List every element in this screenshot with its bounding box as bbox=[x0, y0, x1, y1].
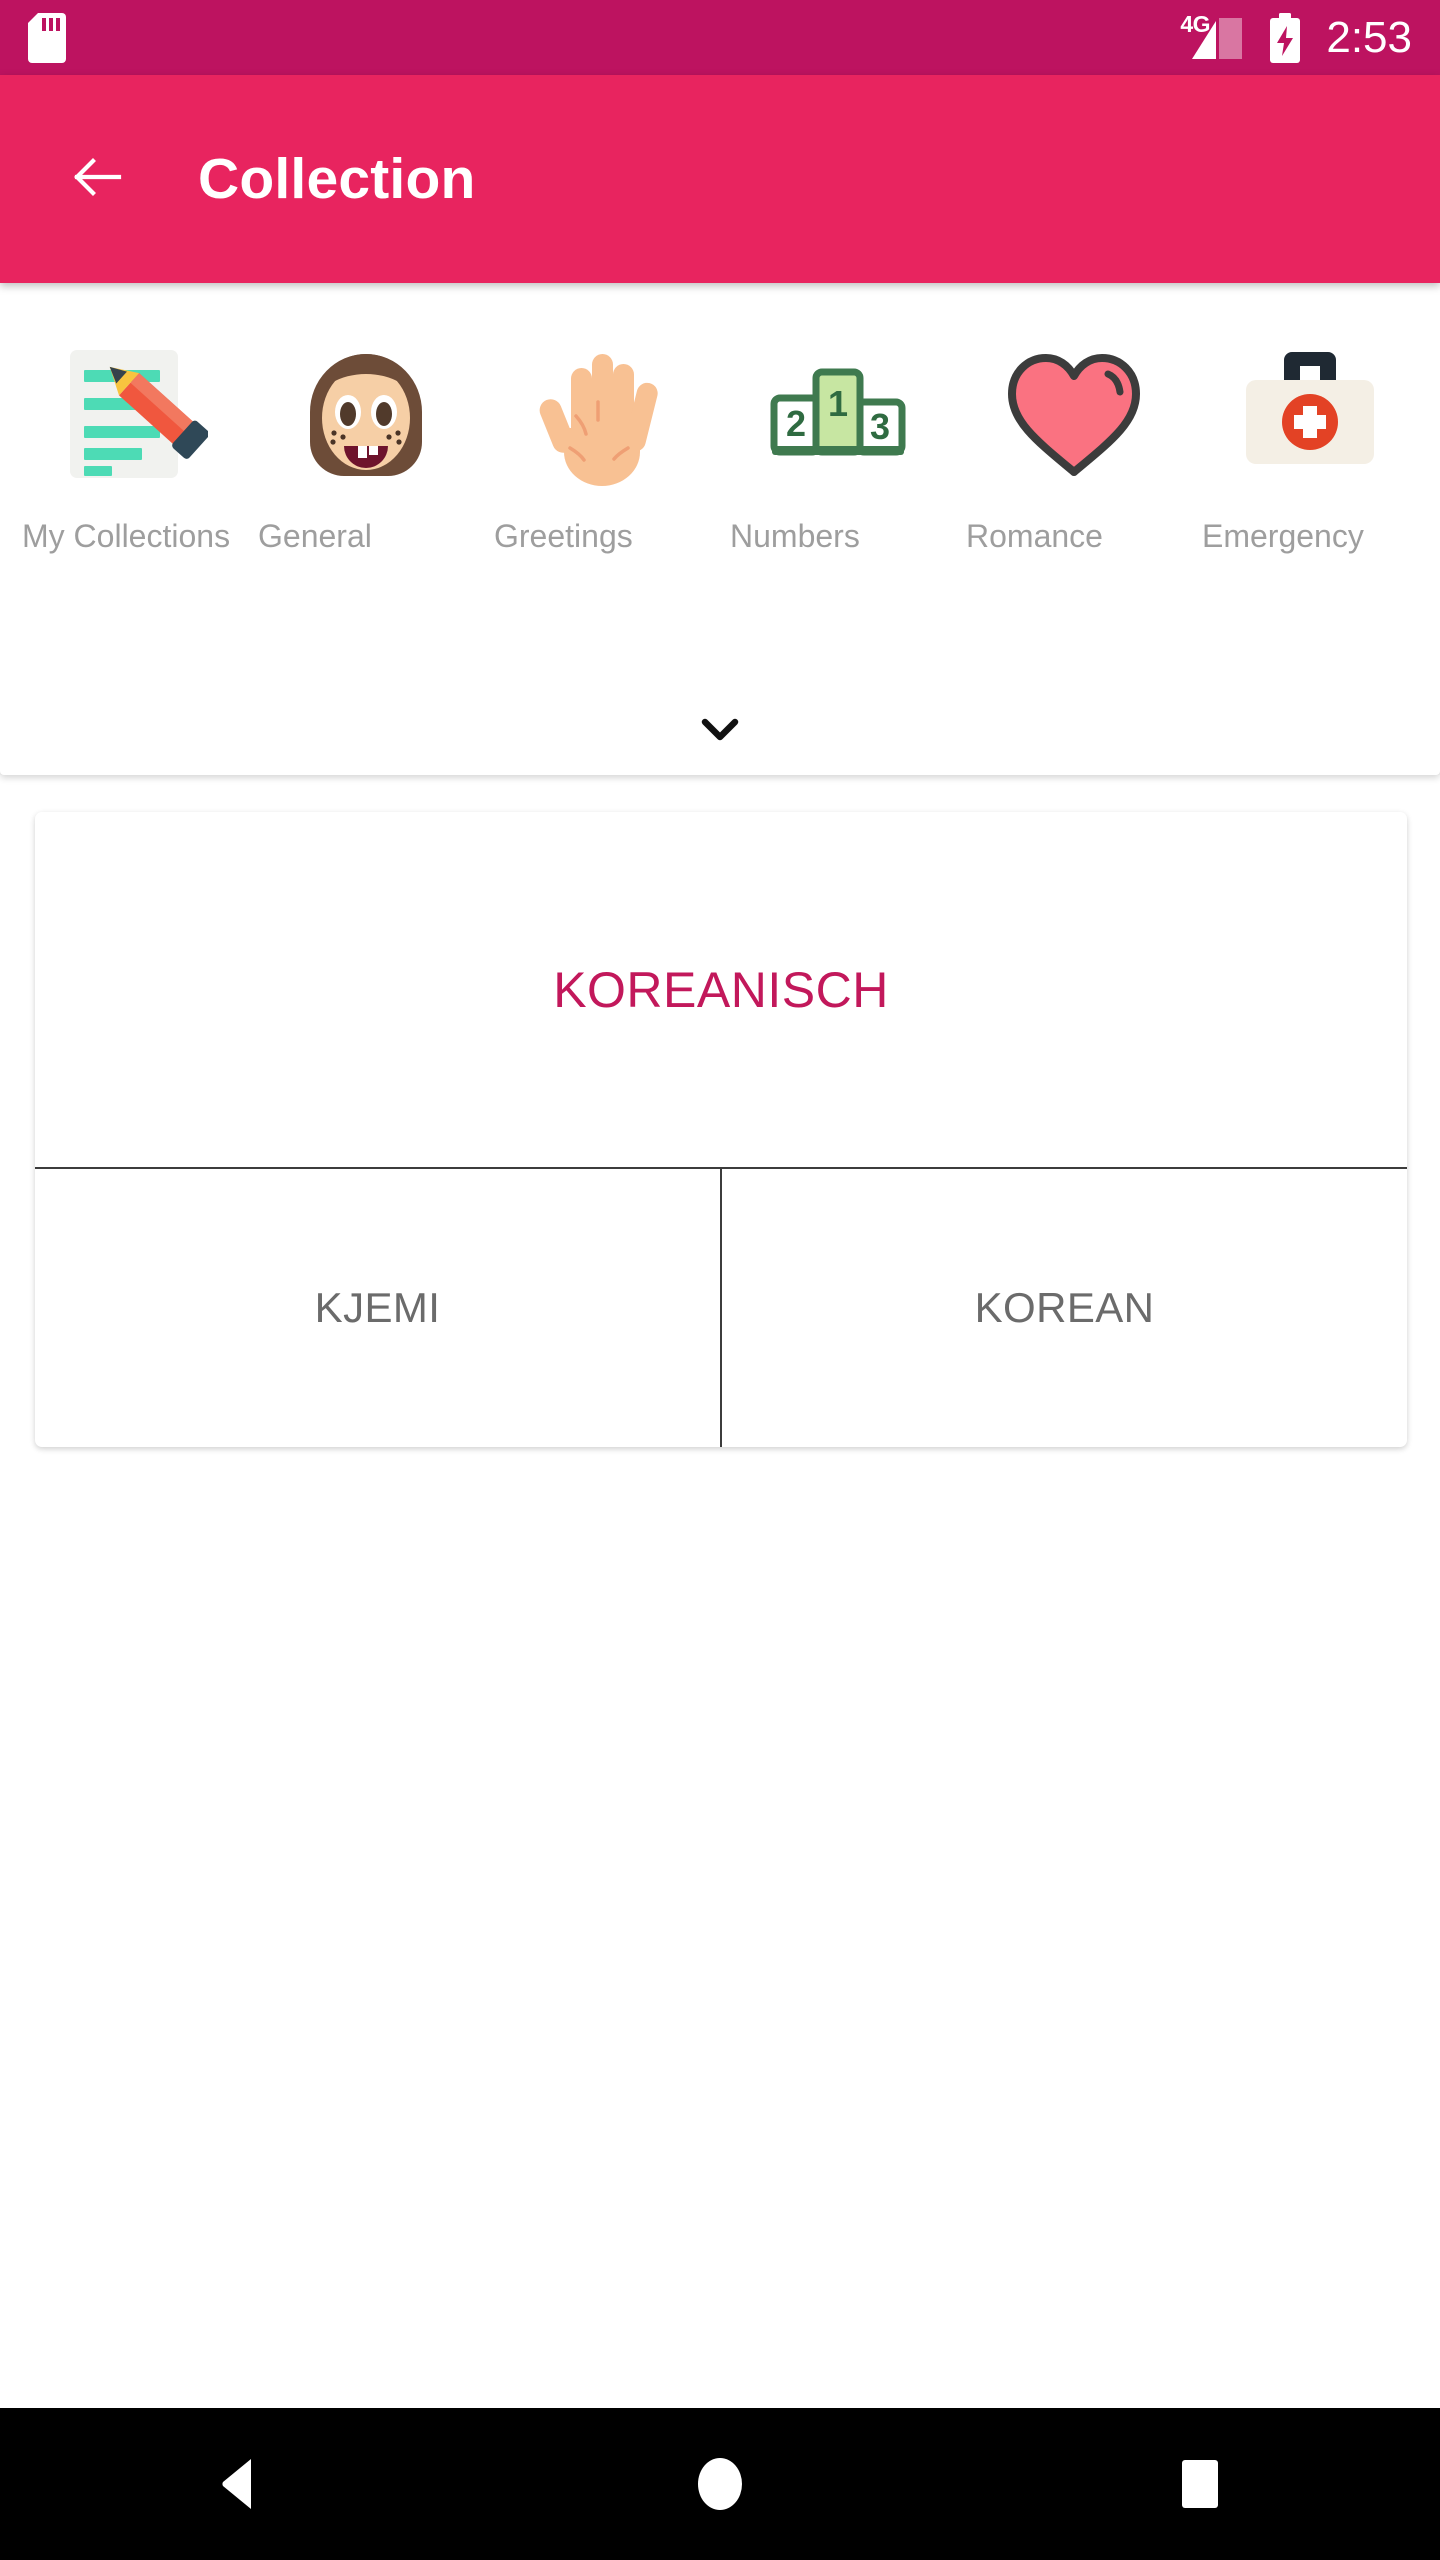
chevron-down-icon bbox=[697, 706, 743, 752]
square-recents-icon bbox=[1174, 2458, 1226, 2510]
category-label: My Collections bbox=[22, 518, 231, 554]
podium-123-emoji: 2 1 3 bbox=[755, 331, 921, 497]
category-panel: My Collections General Greetings 2 1 3 N… bbox=[0, 283, 1440, 775]
arrow-left-icon bbox=[69, 149, 125, 210]
back-button[interactable] bbox=[62, 144, 132, 214]
category-item-general[interactable]: General bbox=[248, 283, 484, 683]
svg-text:1: 1 bbox=[828, 383, 848, 424]
circle-home-icon bbox=[693, 2456, 747, 2512]
first-aid-kit-emoji bbox=[1227, 331, 1393, 497]
category-label: Greetings bbox=[494, 518, 633, 554]
category-item-my-collections[interactable]: My Collections bbox=[12, 283, 248, 683]
card-option-right[interactable]: KOREAN bbox=[720, 1169, 1407, 1447]
category-item-romance[interactable]: Romance bbox=[956, 283, 1192, 683]
category-item-emergency[interactable]: Emergency bbox=[1192, 283, 1428, 683]
category-item-numbers[interactable]: 2 1 3 Numbers bbox=[720, 283, 956, 683]
category-row: My Collections General Greetings 2 1 3 N… bbox=[0, 283, 1440, 683]
status-bar-clock: 2:53 bbox=[1326, 12, 1412, 62]
phrase-card: KOREANISCH KJEMI KOREAN bbox=[35, 812, 1407, 1447]
girl-face-emoji bbox=[283, 331, 449, 497]
heart-emoji bbox=[991, 331, 1157, 497]
sd-card-icon bbox=[28, 12, 66, 63]
category-label: Numbers bbox=[730, 518, 860, 554]
category-label: General bbox=[258, 518, 372, 554]
raised-hand-emoji bbox=[519, 331, 685, 497]
nav-recents-button[interactable] bbox=[960, 2458, 1440, 2510]
battery-charging-icon bbox=[1268, 12, 1302, 63]
status-bar-right: 4G 2:53 bbox=[1180, 11, 1412, 63]
app-bar: Collection bbox=[0, 75, 1440, 283]
status-bar: 4G 2:53 bbox=[0, 0, 1440, 75]
svg-text:2: 2 bbox=[786, 403, 806, 444]
card-options: KJEMI KOREAN bbox=[35, 1167, 1407, 1447]
screen-root: 4G 2:53 Collection My Collections Genera… bbox=[0, 0, 1440, 2560]
card-option-left[interactable]: KJEMI bbox=[35, 1169, 720, 1447]
nav-back-button[interactable] bbox=[0, 2457, 480, 2511]
expand-categories-button[interactable] bbox=[0, 683, 1440, 775]
card-option-label: KOREAN bbox=[974, 1284, 1155, 1331]
triangle-back-icon bbox=[215, 2457, 265, 2511]
page-title: Collection bbox=[198, 147, 476, 211]
svg-text:3: 3 bbox=[870, 406, 890, 447]
category-label: Emergency bbox=[1202, 518, 1364, 554]
memo-pencil-emoji bbox=[47, 331, 213, 497]
nav-home-button[interactable] bbox=[480, 2456, 960, 2512]
card-headline: KOREANISCH bbox=[35, 812, 1407, 1167]
signal-bars-icon: 4G bbox=[1180, 11, 1246, 63]
card-headline-text: KOREANISCH bbox=[553, 961, 889, 1018]
category-label: Romance bbox=[966, 518, 1103, 554]
card-option-label: KJEMI bbox=[314, 1284, 441, 1331]
category-item-greetings[interactable]: Greetings bbox=[484, 283, 720, 683]
android-navigation-bar bbox=[0, 2408, 1440, 2560]
status-bar-left bbox=[28, 12, 66, 63]
